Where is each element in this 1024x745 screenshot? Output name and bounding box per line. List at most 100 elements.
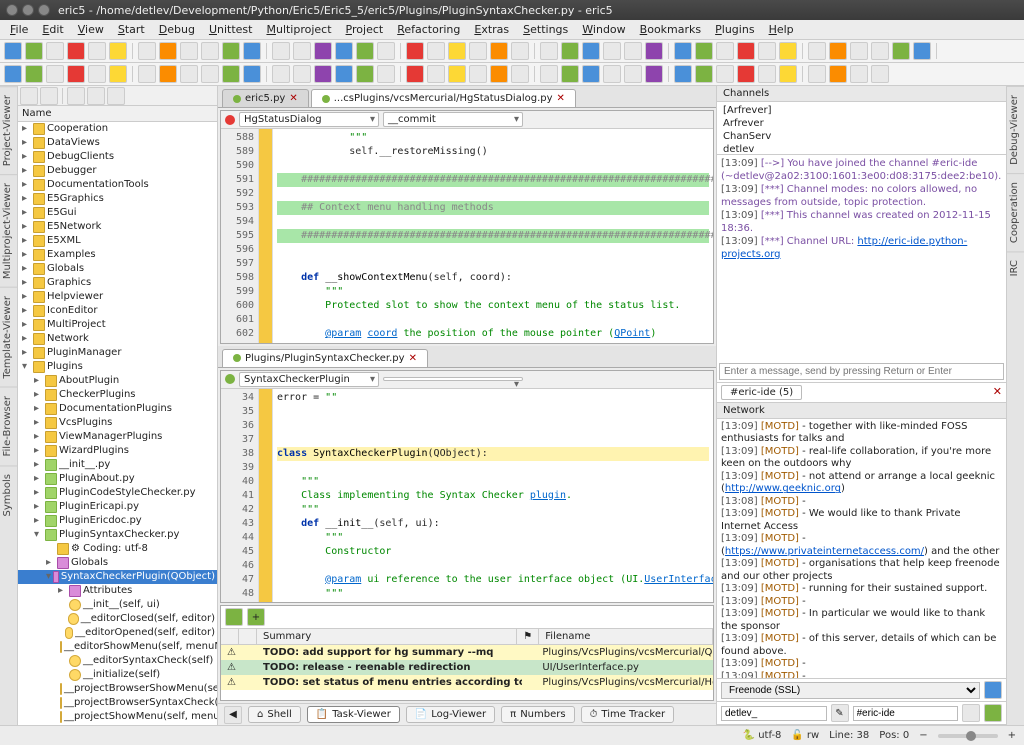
toolbar-button[interactable] [469, 65, 487, 83]
menu-multiproject[interactable]: Multiproject [260, 21, 337, 38]
toolbar-button[interactable] [67, 42, 85, 60]
editor-tab[interactable]: ...csPlugins/vcsMercurial/HgStatusDialog… [311, 89, 576, 107]
toolbar-button[interactable] [356, 42, 374, 60]
bottom-tab-numbers[interactable]: πNumbers [501, 706, 574, 723]
toolbar-button[interactable] [180, 42, 198, 60]
project-tree[interactable]: ▸Cooperation▸DataViews▸DebugClients▸Debu… [18, 122, 217, 725]
toolbar-button[interactable] [850, 42, 868, 60]
toolbar-button[interactable] [406, 42, 424, 60]
toolbar-button[interactable] [377, 42, 395, 60]
side-tab-symbols[interactable]: Symbols [0, 465, 17, 524]
tree-item[interactable]: ▸E5Network [18, 220, 217, 234]
tree-item[interactable]: ▸Globals [18, 262, 217, 276]
toolbar-button[interactable] [427, 42, 445, 60]
tree-item[interactable]: ▸Attributes [18, 584, 217, 598]
window-max-icon[interactable] [38, 4, 50, 16]
tree-item[interactable]: ▸E5XML [18, 234, 217, 248]
tree-item[interactable]: ▸PluginCodeStyleChecker.py [18, 486, 217, 500]
toolbar-button[interactable] [540, 65, 558, 83]
tree-item[interactable]: ▸PluginAbout.py [18, 472, 217, 486]
toolbar-button[interactable] [88, 42, 106, 60]
toolbar-button[interactable] [201, 42, 219, 60]
toolbar-button[interactable] [356, 65, 374, 83]
tree-item[interactable]: ▸AboutPlugin [18, 374, 217, 388]
tree-item[interactable]: ▸Examples [18, 248, 217, 262]
toolbar-button[interactable] [4, 42, 22, 60]
toolbar-button[interactable] [645, 65, 663, 83]
irc-chat[interactable]: [13:09] [-->] You have joined the channe… [717, 155, 1006, 361]
toolbar-button[interactable] [88, 65, 106, 83]
toolbar-button[interactable] [561, 42, 579, 60]
connect-icon[interactable] [984, 681, 1002, 699]
toolbar-button[interactable] [406, 65, 424, 83]
menu-window[interactable]: Window [576, 21, 631, 38]
tree-item[interactable]: __editorShowMenu(self, menuName, me [18, 640, 217, 654]
toolbar-button[interactable] [624, 65, 642, 83]
bottom-tab-shell[interactable]: ⌂Shell [248, 706, 301, 723]
join-icon[interactable] [984, 704, 1002, 722]
tree-item[interactable]: __editorClosed(self, editor) [18, 612, 217, 626]
breadcrumb-method-dropdown[interactable] [383, 377, 523, 381]
bottom-tab-log-viewer[interactable]: 📄Log-Viewer [406, 706, 495, 723]
channel-user[interactable]: Arfrever [723, 117, 1000, 130]
tree-item[interactable]: ▸__init__.py [18, 458, 217, 472]
toolbar-button[interactable] [46, 65, 64, 83]
menu-edit[interactable]: Edit [36, 21, 69, 38]
toolbar-button[interactable] [829, 65, 847, 83]
toolbar-button[interactable] [716, 42, 734, 60]
toolbar-button[interactable] [159, 65, 177, 83]
menu-unittest[interactable]: Unittest [203, 21, 259, 38]
toolbar-button[interactable] [674, 42, 692, 60]
server-select[interactable]: Freenode (SSL) [721, 682, 980, 699]
toolbar-button[interactable] [272, 65, 290, 83]
toolbar-button[interactable] [737, 42, 755, 60]
task-row[interactable]: ⚠TODO: release - reenable redirectionUI/… [221, 660, 713, 675]
tree-item[interactable]: __projectShowMenu(self, menuName, me [18, 710, 217, 724]
network-log[interactable]: [13:09] [MOTD] - together with like-mind… [717, 419, 1006, 678]
tree-item[interactable]: ▸PluginManager [18, 346, 217, 360]
toolbar-button[interactable] [25, 65, 43, 83]
tree-item[interactable]: ▸Debugger [18, 164, 217, 178]
tree-item[interactable]: ▸IconEditor [18, 304, 217, 318]
tree-item[interactable]: ▸DocumentationPlugins [18, 402, 217, 416]
toolbar-button[interactable] [109, 42, 127, 60]
task-rows[interactable]: ⚠TODO: add support for hg summary --mqPl… [221, 645, 713, 690]
tree-item[interactable]: ▸E5Graphics [18, 192, 217, 206]
toolbar-button[interactable] [4, 65, 22, 83]
toolbar-button[interactable] [138, 42, 156, 60]
tree-item[interactable]: ▸PluginEricdoc.py [18, 514, 217, 528]
side-tab-irc[interactable]: IRC [1007, 251, 1024, 284]
side-tab-project-viewer[interactable]: Project-Viewer [0, 86, 17, 174]
menu-view[interactable]: View [72, 21, 110, 38]
tree-item[interactable]: ⚙ Coding: utf-8 [18, 542, 217, 556]
toolbar-button[interactable] [758, 65, 776, 83]
toolbar-button[interactable] [511, 65, 529, 83]
tree-item[interactable]: ▸DocumentationTools [18, 178, 217, 192]
breadcrumb-method-dropdown[interactable]: __commit [383, 112, 523, 127]
toolbar-button[interactable] [674, 65, 692, 83]
channel-input[interactable] [853, 706, 959, 721]
toolbar-button[interactable] [201, 65, 219, 83]
menu-extras[interactable]: Extras [468, 21, 515, 38]
toolbar-button[interactable] [850, 65, 868, 83]
toolbar-button[interactable] [314, 42, 332, 60]
tree-item[interactable]: __projectBrowserShowMenu(self, menuN [18, 682, 217, 696]
toolbar-button[interactable] [448, 65, 466, 83]
toolbar-button[interactable] [561, 65, 579, 83]
side-tab-template-viewer[interactable]: Template-Viewer [0, 287, 17, 387]
toolbar-button[interactable] [314, 65, 332, 83]
nick-input[interactable] [721, 706, 827, 721]
tree-item[interactable]: __init__(self, ui) [18, 598, 217, 612]
toolbar-button[interactable] [695, 65, 713, 83]
channel-user[interactable]: [Arfrever] [723, 104, 1000, 117]
toolbar-button[interactable] [716, 65, 734, 83]
bottom-tab-task-viewer[interactable]: 📋Task-Viewer [307, 706, 400, 723]
tree-item[interactable]: ▸WizardPlugins [18, 444, 217, 458]
tree-item[interactable]: __projectBrowserSyntaxCheck(self) [18, 696, 217, 710]
menu-start[interactable]: Start [112, 21, 151, 38]
toolbar-button[interactable] [737, 65, 755, 83]
menu-help[interactable]: Help [763, 21, 800, 38]
bottom-nav-left-icon[interactable]: ◀ [224, 706, 242, 724]
toolbar-button[interactable] [779, 42, 797, 60]
zoom-in-icon[interactable]: + [1008, 730, 1016, 741]
